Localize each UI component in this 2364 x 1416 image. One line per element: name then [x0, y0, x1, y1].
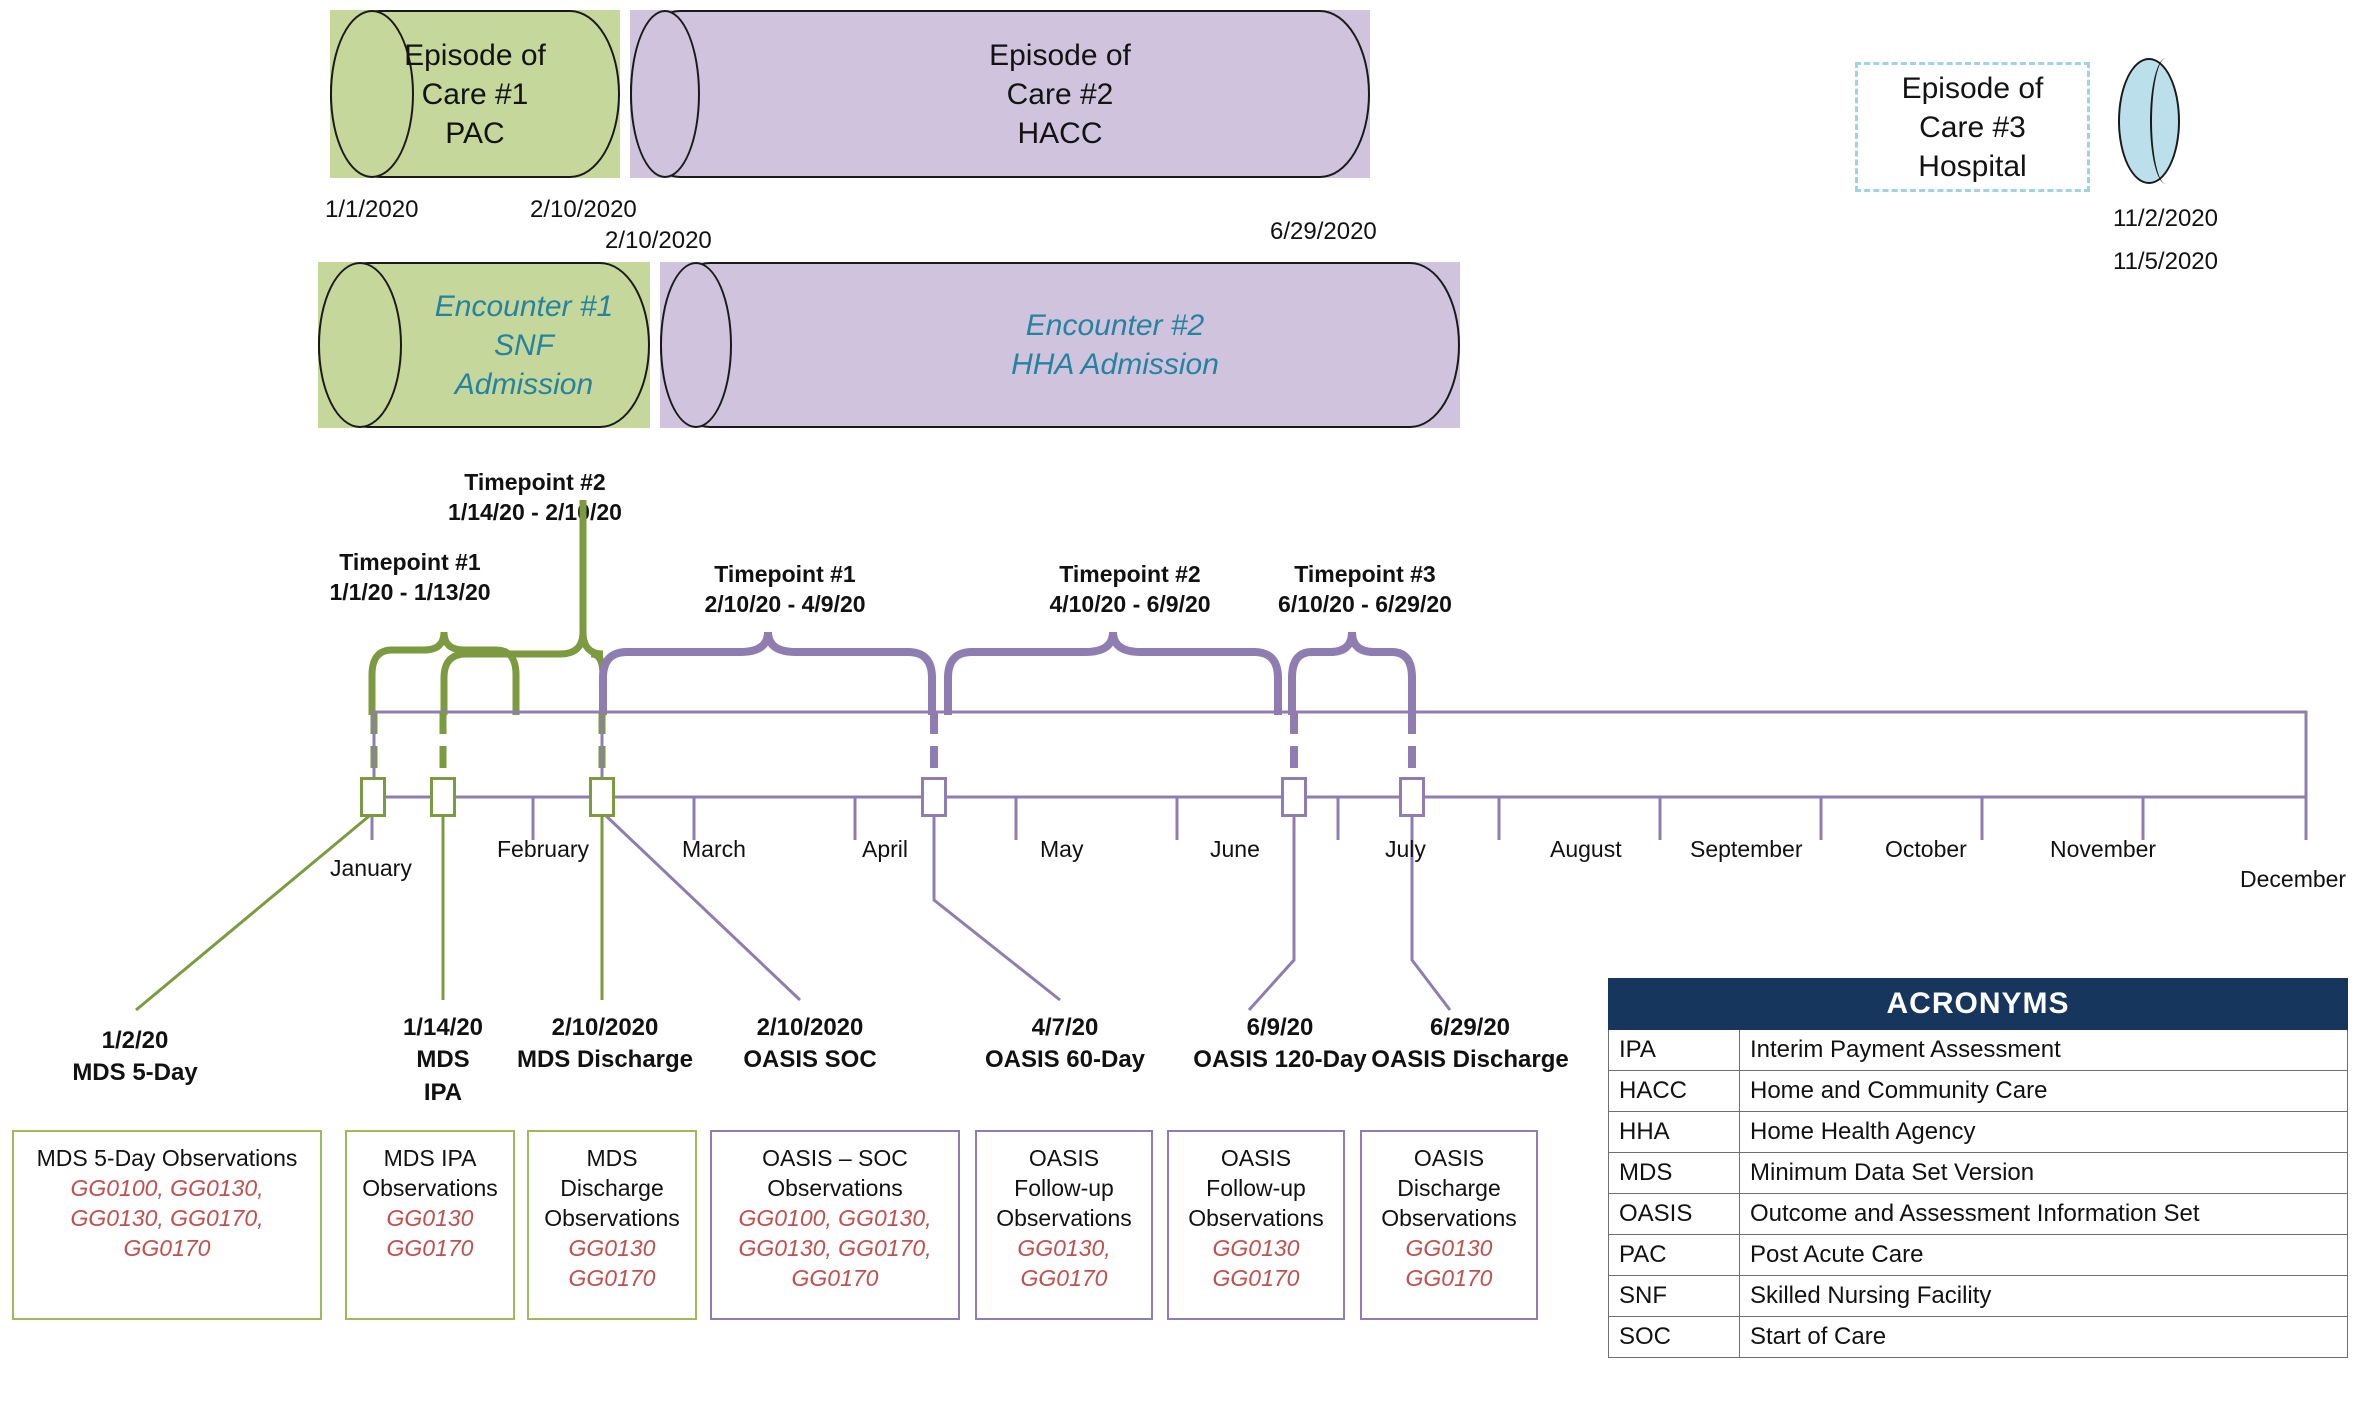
timeline-marker-oasis-120day[interactable]: [1281, 777, 1307, 817]
encounter-1-line1: Encounter #1: [434, 289, 614, 323]
obs-5-items: GG0130 GG0170: [1212, 1234, 1300, 1291]
event-2-label: MDS Discharge: [516, 1046, 694, 1074]
acronym-key-snf: SNF: [1608, 1275, 1740, 1317]
acronym-key-oasis: OASIS: [1608, 1193, 1740, 1235]
timeline-marker-mds-ipa[interactable]: [430, 777, 456, 817]
event-label-mds-5day: 1/2/20 MDS 5-Day: [20, 1025, 250, 1090]
table-row: IPA Interim Payment Assessment: [1608, 1029, 2348, 1071]
encounter-2-line1: Encounter #2: [1025, 309, 1205, 342]
event-4-date: 4/7/20: [1031, 1014, 1099, 1041]
obs-0-header: MDS 5-Day Observations: [36, 1145, 298, 1171]
event-label-oasis-60day: 4/7/20 OASIS 60-Day: [955, 1012, 1175, 1077]
event-3-date: 2/10/2020: [756, 1014, 864, 1041]
acronym-value-ipa: Interim Payment Assessment: [1739, 1029, 2348, 1071]
month-label-march: March: [682, 836, 746, 862]
episode-2-line2: Care #2: [1006, 77, 1114, 111]
table-row: HHA Home Health Agency: [1608, 1111, 2348, 1153]
event-6-date: 6/29/20: [1429, 1014, 1511, 1041]
observation-box-mds-5day: MDS 5-Day Observations GG0100, GG0130, G…: [12, 1130, 322, 1320]
acronym-key-ipa: IPA: [1608, 1029, 1740, 1071]
event-1-label-l2: IPA: [423, 1078, 463, 1106]
encounter-1-cylinder: Encounter #1 SNF Admission: [318, 262, 650, 428]
obs-4-items: GG0130, GG0170: [1017, 1234, 1111, 1291]
event-6-label: OASIS Discharge: [1371, 1046, 1569, 1074]
table-row: HACC Home and Community Care: [1608, 1070, 2348, 1112]
timeline-marker-mds-5day[interactable]: [360, 777, 386, 817]
event-label-mds-discharge: 2/10/2020 MDS Discharge: [495, 1012, 715, 1077]
acronym-key-hacc: HACC: [1608, 1070, 1740, 1112]
event-label-oasis-soc: 2/10/2020 OASIS SOC: [700, 1012, 920, 1077]
month-label-september: September: [1690, 836, 1803, 862]
month-label-june: June: [1210, 836, 1260, 862]
event-3-label: OASIS SOC: [743, 1046, 877, 1074]
encounter-2-line2: HHA Admission: [1011, 348, 1219, 381]
encounter-2-cylinder: Encounter #2 HHA Admission: [660, 262, 1460, 428]
table-row: PAC Post Acute Care: [1608, 1234, 2348, 1276]
episode-1-line1: Episode of: [404, 38, 546, 72]
acronym-value-mds: Minimum Data Set Version: [1739, 1152, 2348, 1194]
encounter-1-line3: Admission: [454, 367, 594, 401]
obs-0-items: GG0100, GG0130, GG0130, GG0170, GG0170: [70, 1174, 264, 1261]
acronym-value-pac: Post Acute Care: [1739, 1234, 2348, 1276]
month-label-august: August: [1550, 836, 1622, 862]
episode-1-line3: PAC: [445, 116, 505, 150]
obs-3-items: GG0100, GG0130, GG0130, GG0170, GG0170: [738, 1204, 932, 1291]
event-0-label: MDS 5-Day: [72, 1059, 198, 1087]
timeline-marker-mds-discharge[interactable]: [589, 777, 615, 817]
table-row: SOC Start of Care: [1608, 1316, 2348, 1358]
event-2-date: 2/10/2020: [551, 1014, 659, 1041]
episode-1-line2: Care #1: [421, 77, 529, 111]
acronym-key-mds: MDS: [1608, 1152, 1740, 1194]
observation-box-oasis-followup-120: OASIS Follow-up Observations GG0130 GG01…: [1167, 1130, 1345, 1320]
table-row: SNF Skilled Nursing Facility: [1608, 1275, 2348, 1317]
table-row: MDS Minimum Data Set Version: [1608, 1152, 2348, 1194]
acronym-value-hacc: Home and Community Care: [1739, 1070, 2348, 1112]
acronym-value-hha: Home Health Agency: [1739, 1111, 2348, 1153]
obs-5-header: OASIS Follow-up Observations: [1188, 1145, 1324, 1231]
month-label-february: February: [497, 836, 590, 862]
episode-of-care-2-cylinder: Episode of Care #2 HACC: [630, 10, 1370, 178]
acronyms-table: ACRONYMS IPA Interim Payment Assessment …: [1608, 978, 2348, 1358]
encounter-1-line2: SNF: [494, 328, 554, 362]
acronym-value-snf: Skilled Nursing Facility: [1739, 1275, 2348, 1317]
month-label-october: October: [1885, 836, 1967, 862]
event-0-date: 1/2/20: [101, 1027, 169, 1054]
event-4-label: OASIS 60-Day: [984, 1046, 1146, 1074]
obs-1-items: GG0130 GG0170: [386, 1204, 474, 1261]
acronym-value-oasis: Outcome and Assessment Information Set: [1739, 1193, 2348, 1235]
acronym-key-hha: HHA: [1608, 1111, 1740, 1153]
observation-box-mds-discharge: MDS Discharge Observations GG0130 GG0170: [527, 1130, 697, 1320]
obs-6-items: GG0130 GG0170: [1405, 1234, 1493, 1291]
obs-4-header: OASIS Follow-up Observations: [996, 1145, 1132, 1231]
month-label-may: May: [1040, 836, 1084, 862]
acronyms-title: ACRONYMS: [1608, 978, 2348, 1030]
month-label-april: April: [862, 836, 909, 862]
obs-2-header: MDS Discharge Observations: [544, 1145, 680, 1231]
month-label-november: November: [2050, 836, 2157, 862]
obs-3-header: OASIS – SOC Observations: [762, 1145, 908, 1201]
timeline-marker-oasis-60day[interactable]: [921, 777, 947, 817]
acronym-value-soc: Start of Care: [1739, 1316, 2348, 1358]
month-label-december: December: [2240, 866, 2347, 892]
episode-2-line1: Episode of: [989, 38, 1131, 72]
episode-of-care-1-cylinder: Episode of Care #1 PAC: [330, 10, 620, 178]
acronym-key-soc: SOC: [1608, 1316, 1740, 1358]
observation-box-oasis-discharge: OASIS Discharge Observations GG0130 GG01…: [1360, 1130, 1538, 1320]
month-label-july: July: [1385, 836, 1426, 862]
month-label-january: January: [330, 855, 412, 881]
timeline-marker-oasis-discharge[interactable]: [1399, 777, 1425, 817]
table-row: OASIS Outcome and Assessment Information…: [1608, 1193, 2348, 1235]
episode-2-line3: HACC: [1017, 116, 1103, 150]
obs-2-items: GG0130 GG0170: [568, 1234, 656, 1291]
event-label-oasis-discharge: 6/29/20 OASIS Discharge: [1350, 1012, 1590, 1077]
acronym-key-pac: PAC: [1608, 1234, 1740, 1276]
obs-1-header: MDS IPA Observations: [362, 1145, 498, 1201]
obs-6-header: OASIS Discharge Observations: [1381, 1145, 1517, 1231]
observation-box-oasis-followup-60: OASIS Follow-up Observations GG0130, GG0…: [975, 1130, 1153, 1320]
observation-box-oasis-soc: OASIS – SOC Observations GG0100, GG0130,…: [710, 1130, 960, 1320]
observation-box-mds-ipa: MDS IPA Observations GG0130 GG0170: [345, 1130, 515, 1320]
